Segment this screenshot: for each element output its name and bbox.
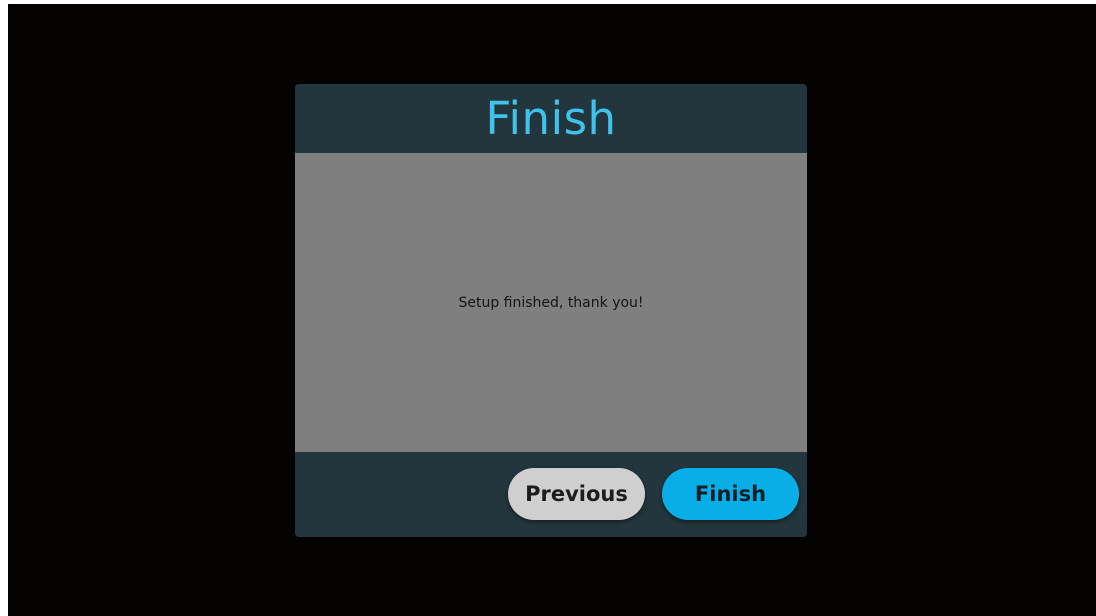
- screen-edge-left: [0, 0, 8, 616]
- dialog-body: Setup finished, thank you!: [295, 153, 807, 452]
- previous-button[interactable]: Previous: [508, 468, 645, 520]
- dialog-title: Finish: [485, 92, 617, 145]
- dialog-message: Setup finished, thank you!: [458, 294, 644, 311]
- dialog-footer: Previous Finish: [295, 452, 807, 537]
- finish-button[interactable]: Finish: [662, 468, 799, 520]
- screen-edge-top: [0, 0, 1096, 4]
- setup-dialog: Finish Setup finished, thank you! Previo…: [295, 84, 807, 537]
- dialog-header: Finish: [295, 84, 807, 153]
